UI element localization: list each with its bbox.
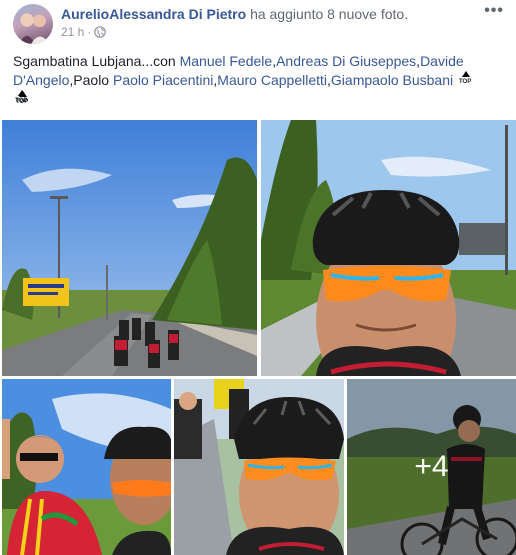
photo-road-cyclists[interactable] (2, 120, 257, 376)
globe-icon[interactable] (94, 26, 107, 38)
author-avatar[interactable] (13, 4, 53, 44)
more-photos-overlay[interactable]: +4 (347, 379, 516, 555)
author-name-link[interactable]: AurelioAlessandra Di Pietro (61, 6, 246, 22)
tag-link[interactable]: Mauro Cappelletti (217, 72, 327, 88)
photo-cyclists-waving[interactable] (2, 379, 171, 555)
top-arrow-icon: TOP (459, 71, 473, 88)
more-options-icon[interactable]: ••• (484, 2, 504, 20)
top-arrow-icon: TOP (16, 91, 30, 108)
photo-closeup-selfie[interactable] (174, 379, 344, 555)
tag-link[interactable]: Paolo Piacentini (113, 72, 213, 88)
post-action-text: ha aggiunto 8 nuove foto. (250, 6, 409, 22)
post-header: AurelioAlessandra Di Pietro ha aggiunto … (61, 5, 408, 23)
photo-cyclist-selfie[interactable] (261, 120, 516, 376)
tag-link[interactable]: Andreas Di Giuseppes (276, 53, 416, 69)
tag-link[interactable]: Giampaolo Busbani (331, 72, 453, 88)
tag-link[interactable]: Manuel Fedele (180, 53, 273, 69)
post-caption: Sgambatina Lubjana...con Manuel Fedele,A… (13, 52, 483, 109)
caption-text: Sgambatina Lubjana...con (13, 53, 180, 69)
plain-name: Paolo (73, 72, 110, 88)
post-meta: 21 h · (61, 25, 107, 39)
facebook-post: AurelioAlessandra Di Pietro ha aggiunto … (0, 0, 516, 555)
post-timestamp[interactable]: 21 h (61, 25, 84, 39)
